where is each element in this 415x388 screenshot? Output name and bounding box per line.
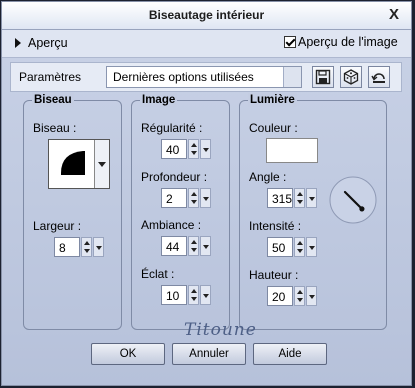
depth-label: Profondeur : [141, 170, 208, 184]
settings-label: Paramètres [19, 70, 82, 84]
preset-value: Dernières options utilisées [113, 70, 254, 84]
light-elevation-input[interactable]: 20 [267, 286, 293, 306]
smoothness-dropdown[interactable] [200, 139, 211, 159]
image-panel-title: Image [140, 93, 178, 107]
preview-row: Aperçu Aperçu de l'image [2, 30, 411, 58]
ambience-input[interactable]: 44 [161, 236, 187, 256]
light-elevation-label: Hauteur : [249, 268, 299, 282]
bevel-panel: Biseau Biseau : Largeur : 8 [23, 93, 122, 330]
smoothness-label: Régularité : [141, 121, 203, 135]
image-panel: Image Régularité : 40 Profondeur : 2 Amb… [131, 93, 230, 330]
bevel-panel-title: Biseau [32, 93, 74, 107]
bevel-width-input[interactable]: 8 [54, 237, 80, 257]
bevel-shape-icon [61, 151, 85, 175]
light-intensity-label: Intensité : [249, 219, 302, 233]
settings-bar: Paramètres Dernières options utilisées [10, 62, 402, 92]
light-intensity-stepper[interactable] [294, 237, 305, 257]
light-elevation-stepper[interactable] [294, 286, 305, 306]
depth-input[interactable]: 2 [161, 188, 187, 208]
bevel-width-stepper[interactable] [81, 237, 92, 257]
depth-dropdown[interactable] [200, 188, 211, 208]
preview-toggle-label[interactable]: Aperçu [28, 36, 68, 50]
reset-arrow-icon [371, 73, 385, 83]
light-intensity-input[interactable]: 50 [267, 237, 293, 257]
preset-dropdown-arrow[interactable] [283, 67, 301, 87]
help-button[interactable]: Aide [253, 343, 327, 365]
angle-dial[interactable] [328, 175, 378, 225]
chevron-down-icon [98, 162, 106, 167]
bevel-shape-dropdown[interactable] [94, 140, 109, 188]
smoothness-input[interactable]: 40 [161, 139, 187, 159]
dice-icon [343, 69, 359, 85]
angle-dial-handle [359, 206, 365, 212]
image-preview-label[interactable]: Aperçu de l'image [298, 35, 398, 49]
title-bar: Biseautage intérieur X [2, 2, 411, 30]
dialog-window: Biseautage intérieur X Aperçu Aperçu de … [1, 1, 412, 386]
expand-arrow-icon[interactable] [15, 38, 21, 48]
light-angle-label: Angle : [249, 170, 287, 184]
close-button[interactable]: X [389, 6, 399, 23]
shininess-label: Éclat : [141, 267, 175, 281]
watermark-signature: Titoune [184, 320, 257, 340]
shininess-stepper[interactable] [188, 285, 199, 305]
bevel-width-label: Largeur : [33, 219, 82, 233]
image-preview-checkbox[interactable] [284, 36, 296, 48]
cancel-button[interactable]: Annuler [172, 343, 246, 365]
reset-button[interactable] [368, 66, 390, 88]
bevel-shape-label: Biseau : [33, 121, 77, 135]
ambience-label: Ambiance : [141, 218, 202, 232]
light-angle-dropdown[interactable] [306, 188, 317, 208]
shininess-input[interactable]: 10 [161, 285, 187, 305]
ambience-dropdown[interactable] [200, 236, 211, 256]
light-color-label: Couleur : [249, 121, 298, 135]
light-elevation-dropdown[interactable] [306, 286, 317, 306]
floppy-disk-icon [315, 69, 331, 85]
light-panel-title: Lumière [248, 93, 297, 107]
ok-button[interactable]: OK [91, 343, 165, 365]
light-angle-input[interactable]: 315 [267, 188, 293, 208]
light-intensity-dropdown[interactable] [306, 237, 317, 257]
light-angle-stepper[interactable] [294, 188, 305, 208]
depth-stepper[interactable] [188, 188, 199, 208]
preset-dropdown[interactable]: Dernières options utilisées [106, 66, 302, 88]
light-color-swatch[interactable] [266, 138, 318, 163]
smoothness-stepper[interactable] [188, 139, 199, 159]
random-preset-button[interactable] [340, 66, 362, 88]
bevel-shape-picker[interactable] [48, 139, 110, 189]
dialog-title: Biseautage intérieur [148, 8, 265, 22]
bevel-width-dropdown[interactable] [93, 237, 104, 257]
save-preset-button[interactable] [312, 66, 334, 88]
ambience-stepper[interactable] [188, 236, 199, 256]
shininess-dropdown[interactable] [200, 285, 211, 305]
light-panel: Lumière Couleur : Angle : 315 Intensité … [239, 93, 387, 330]
